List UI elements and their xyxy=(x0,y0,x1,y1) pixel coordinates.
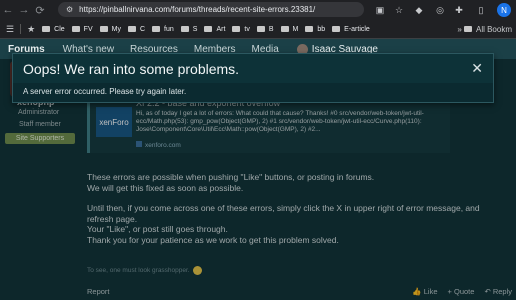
puzzle-icon[interactable]: ✚ xyxy=(452,3,466,17)
url-text: https://pinballnirvana.com/forums/thread… xyxy=(79,5,316,14)
folder-icon xyxy=(127,26,136,32)
error-dialog-message: A server error occurred. Please try agai… xyxy=(23,87,187,96)
error-dialog-title: Oops! We ran into some problems. xyxy=(23,60,240,77)
folder-icon xyxy=(99,26,108,32)
bookmark-label: E-article xyxy=(344,25,370,33)
bookmark-folder[interactable]: C xyxy=(127,25,146,33)
bookmark-folder[interactable]: Cle xyxy=(42,26,65,33)
folder-icon xyxy=(280,26,289,32)
bookmark-label: M xyxy=(292,25,299,33)
bookmark-folder[interactable]: B xyxy=(256,25,274,33)
bookmark-folder[interactable]: bb xyxy=(305,26,325,33)
bookmark-label: FV xyxy=(83,25,93,33)
close-icon[interactable]: ✕ xyxy=(471,60,483,77)
side-panel-icon[interactable]: ▯ xyxy=(474,3,488,17)
error-dialog: Oops! We ran into some problems. ✕ A ser… xyxy=(12,53,494,103)
extension-icon[interactable]: ◎ xyxy=(433,3,447,17)
bookmark-folder[interactable]: tv xyxy=(232,25,250,33)
bookmark-folder[interactable]: M xyxy=(280,25,299,33)
reload-icon[interactable]: ⟳ xyxy=(32,0,48,20)
bookmarks-bar: ☰ ★ Cle FV My C fun S Art tv B M bb E-ar… xyxy=(0,20,516,39)
folder-icon xyxy=(71,26,80,32)
cast-icon[interactable]: ▣ xyxy=(373,3,387,17)
bookmark-folder[interactable]: Art xyxy=(204,26,225,33)
folder-icon xyxy=(204,26,213,32)
bookmark-folder[interactable]: My xyxy=(99,25,121,33)
folder-icon xyxy=(332,26,341,32)
bookmark-label: fun xyxy=(164,25,174,33)
bookmark-label: B xyxy=(268,25,274,33)
bookmark-folder[interactable]: E-article xyxy=(332,26,370,33)
all-bookmarks[interactable]: » All Bookm xyxy=(457,25,512,34)
folder-icon xyxy=(152,26,161,32)
all-bookmarks-label: All Bookm xyxy=(475,24,512,34)
forward-icon[interactable]: → xyxy=(16,0,32,20)
extension-icon[interactable]: ◆ xyxy=(412,3,426,17)
apps-icon[interactable]: ☰ xyxy=(6,24,14,35)
bookmark-label: My xyxy=(111,25,121,33)
bookmark-label: C xyxy=(139,25,146,33)
bookmark-label: bb xyxy=(317,25,326,33)
back-icon[interactable]: ← xyxy=(0,0,16,20)
error-dialog-header: Oops! We ran into some problems. ✕ xyxy=(13,54,493,83)
bookmark-label: Cle xyxy=(54,25,65,33)
bookmark-star-icon[interactable]: ☆ xyxy=(392,3,406,17)
divider xyxy=(20,24,22,34)
folder-icon xyxy=(180,26,189,32)
bookmark-folder[interactable]: fun xyxy=(152,26,174,33)
folder-icon xyxy=(463,25,472,32)
site-info-icon[interactable]: ⚙ xyxy=(66,5,73,14)
star-icon[interactable]: ★ xyxy=(27,24,35,35)
bookmark-label: S xyxy=(192,25,198,33)
bookmark-label: tv xyxy=(244,25,250,33)
browser-toolbar: ← → ⟳ ⚙ https://pinballnirvana.com/forum… xyxy=(0,0,516,20)
folder-icon xyxy=(256,26,265,32)
folder-icon xyxy=(42,26,51,32)
bookmark-folder[interactable]: S xyxy=(180,25,198,33)
folder-icon xyxy=(305,26,314,32)
profile-avatar[interactable]: N xyxy=(497,3,511,17)
bookmark-folder[interactable]: FV xyxy=(71,25,93,33)
address-bar[interactable]: ⚙ https://pinballnirvana.com/forums/thre… xyxy=(58,2,364,17)
chevron-right-icon: » xyxy=(457,24,464,34)
folder-icon xyxy=(232,26,241,32)
bookmark-label: Art xyxy=(216,25,226,33)
